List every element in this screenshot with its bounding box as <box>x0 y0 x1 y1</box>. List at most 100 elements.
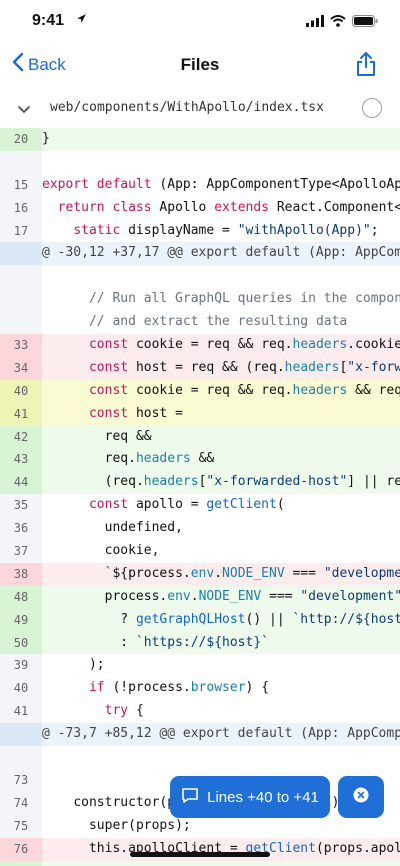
code-line[interactable]: 33 const cookie = req && req.headers.coo… <box>0 334 400 357</box>
line-number[interactable] <box>0 265 42 289</box>
line-number[interactable]: 48 <box>0 585 42 609</box>
hunk-header[interactable]: @ -73,7 +85,12 @@ export default (App: A… <box>0 723 400 747</box>
line-number[interactable]: 73 <box>0 768 42 792</box>
line-number[interactable]: 36 <box>0 517 42 541</box>
code-line[interactable]: 34 const host = req && (req.headers["x-f… <box>0 356 400 380</box>
line-number[interactable]: 20 <box>0 128 42 151</box>
line-number[interactable] <box>0 242 42 266</box>
code-text: @ -30,12 +37,17 @@ export default (App: … <box>42 245 400 261</box>
signal-icon <box>306 14 324 32</box>
line-number[interactable] <box>0 311 42 335</box>
code-text: const cookie = req && req.headers.cookie… <box>88 337 400 353</box>
line-number[interactable]: 44 <box>0 471 42 495</box>
code-text: // and extract the resulting data <box>88 314 348 330</box>
file-viewed-checkbox[interactable] <box>362 98 382 118</box>
code-text: (req.headers["x-forwarded-host"] || req.… <box>104 474 400 490</box>
code-line[interactable]: 42 req && <box>0 425 400 449</box>
code-text: `${process.env.NODE_ENV === "development… <box>104 565 400 581</box>
page-title: Files <box>180 55 220 74</box>
code-text: req && <box>104 428 152 444</box>
code-line[interactable]: 75 super(props); <box>0 814 400 838</box>
diff-view[interactable]: 20} 15 export default (App: AppComponentTy… <box>0 128 400 866</box>
code-line[interactable]: // Run all GraphQL queries in the compon… <box>0 288 400 312</box>
code-line[interactable]: 49 ? getGraphQLHost() || `http://${host}… <box>0 608 400 632</box>
code-line[interactable]: 36 undefined, <box>0 517 400 541</box>
share-button[interactable] <box>356 51 376 82</box>
code-line[interactable]: 43 req.headers && <box>0 448 400 472</box>
code-text: if (!process.browser) { <box>88 680 270 696</box>
line-number[interactable]: 43 <box>0 448 42 472</box>
code-line[interactable]: 41 try { <box>0 700 400 724</box>
code-text: @ -73,7 +85,12 @@ export default (App: A… <box>42 726 400 742</box>
line-number[interactable]: 49 <box>0 608 42 632</box>
file-header: web/components/WithApollo/index.tsx <box>0 90 400 129</box>
line-number[interactable]: 16 <box>0 196 42 220</box>
line-number[interactable]: 15 <box>0 173 42 197</box>
line-number[interactable]: 17 <box>0 219 42 243</box>
code-line[interactable]: 16 return class Apollo extends React.Com… <box>0 196 400 220</box>
battery-icon <box>352 14 378 32</box>
code-text: cookie, <box>104 543 160 559</box>
code-text: process.env.NODE_ENV === "development" &… <box>104 588 400 604</box>
code-text: const host = <box>88 405 183 421</box>
line-number[interactable]: 39 <box>0 654 42 678</box>
code-text: try { <box>104 703 144 719</box>
line-number[interactable]: 38 <box>0 562 42 586</box>
code-line[interactable]: 37 cookie, <box>0 540 400 563</box>
line-number[interactable]: 50 <box>0 631 42 655</box>
code-line[interactable]: 20} <box>0 128 400 151</box>
code-line[interactable]: // and extract the resulting data <box>0 311 400 335</box>
file-path: web/components/WithApollo/index.tsx <box>50 100 324 115</box>
line-number[interactable]: 41 <box>0 402 42 426</box>
line-number[interactable]: 37 <box>0 540 42 563</box>
line-number[interactable] <box>0 288 42 312</box>
code-line[interactable] <box>0 150 400 174</box>
code-line[interactable]: 44 (req.headers["x-forwarded-host"] || r… <box>0 471 400 495</box>
code-line[interactable]: 76 this.apolloClient = getClient(props.a… <box>0 837 400 861</box>
code-line[interactable]: 38 `${process.env.NODE_ENV === "developm… <box>0 562 400 586</box>
line-number[interactable]: 33 <box>0 334 42 357</box>
line-number[interactable]: 76 <box>0 837 42 861</box>
code-line[interactable]: 40 const cookie = req && req.headers && … <box>0 379 400 403</box>
line-number[interactable]: 75 <box>0 814 42 838</box>
code-text: ); <box>88 657 105 673</box>
code-line[interactable]: 17 static displayName = "withApollo(App)… <box>0 219 400 243</box>
code-text: static displayName = "withApollo(App)"; <box>73 222 379 238</box>
code-line[interactable] <box>0 265 400 289</box>
line-number[interactable]: 40 <box>0 379 42 403</box>
code-text: this.apolloClient = getClient(props.apol… <box>88 840 400 856</box>
code-line[interactable] <box>0 746 400 769</box>
lines-comment-button[interactable]: Lines +40 to +41 <box>170 776 330 818</box>
code-text: ? getGraphQLHost() || `http://${host}` <box>120 611 400 627</box>
line-number[interactable] <box>0 746 42 769</box>
code-line[interactable]: 15 export default (App: AppComponentType<… <box>0 173 400 197</box>
line-number[interactable] <box>0 150 42 174</box>
code-text: undefined, <box>104 520 183 536</box>
line-number[interactable]: 74 <box>0 791 42 815</box>
status-bar: 9:41 <box>0 0 400 44</box>
location-arrow-icon <box>76 13 87 27</box>
code-line[interactable]: 50 : `https://${host}` <box>0 631 400 655</box>
line-number[interactable]: 34 <box>0 356 42 380</box>
chevron-down-icon[interactable] <box>17 102 31 120</box>
line-number[interactable]: 42 <box>0 425 42 449</box>
code-text: req.headers && <box>104 451 215 467</box>
hunk-header[interactable]: @ -30,12 +37,17 @@ export default (App: … <box>0 242 400 266</box>
code-line[interactable]: 48 process.env.NODE_ENV === "development… <box>0 585 400 609</box>
line-number[interactable]: 41 <box>0 700 42 724</box>
code-line[interactable]: 39 ); <box>0 654 400 678</box>
code-text: : `https://${host}` <box>120 634 269 650</box>
code-line[interactable]: 40 if (!process.browser) { <box>0 677 400 701</box>
line-number[interactable] <box>0 723 42 747</box>
line-number[interactable]: 40 <box>0 677 42 701</box>
line-number[interactable]: 88 <box>0 860 42 866</box>
home-indicator <box>130 852 270 857</box>
code-line[interactable]: 35 const apollo = getClient( <box>0 494 400 518</box>
close-selection-button[interactable] <box>338 776 384 818</box>
line-number[interactable]: 35 <box>0 494 42 518</box>
code-line[interactable]: 41 const host = <box>0 402 400 426</box>
code-line[interactable]: 88 <box>0 860 400 866</box>
